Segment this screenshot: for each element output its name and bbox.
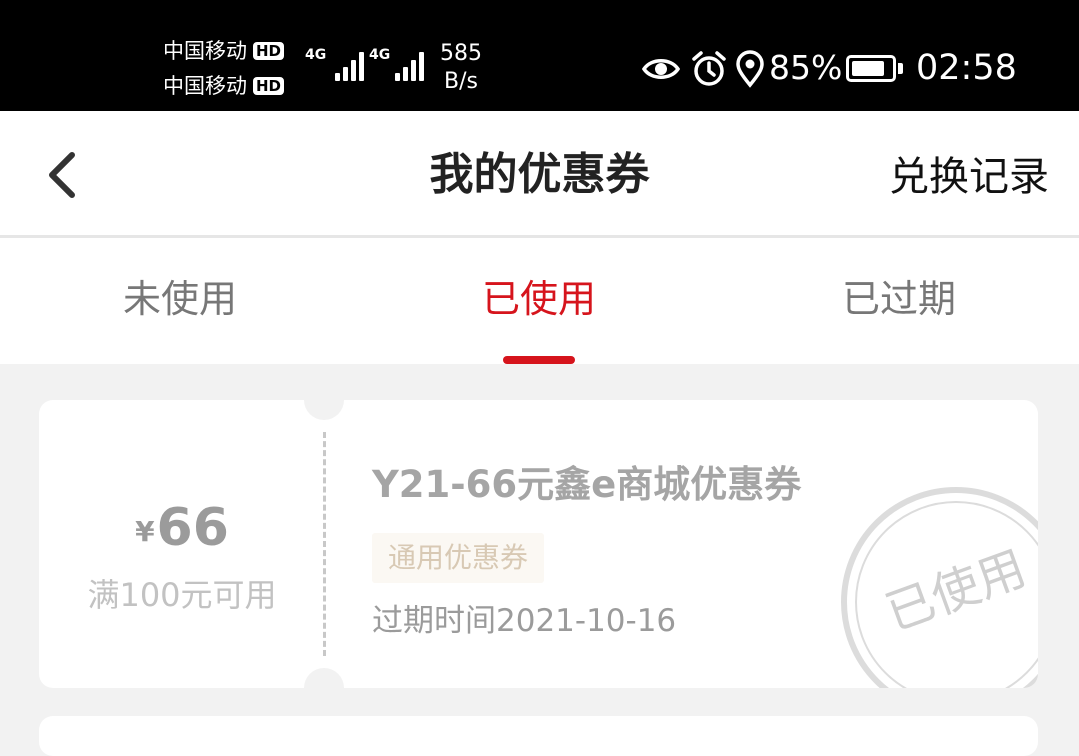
carrier-1-name: 中国移动	[163, 39, 247, 63]
coupon-condition: 满100元可用	[87, 576, 277, 614]
hd-badge: HD	[253, 77, 285, 95]
coupon-card-next[interactable]	[39, 716, 1038, 756]
tab-unused[interactable]: 未使用	[0, 276, 360, 322]
coupon-expiry: 过期时间2021-10-16	[372, 603, 677, 639]
network-speed: 585 B/s	[436, 40, 486, 96]
battery-icon	[846, 55, 896, 82]
network-type-1: 4G	[305, 47, 327, 63]
battery-percent: 85%	[769, 48, 843, 87]
signal-strength-icon: 4G	[369, 45, 427, 85]
tab-used[interactable]: 已使用	[359, 276, 719, 322]
eye-icon	[642, 59, 680, 79]
battery-tip	[898, 63, 903, 74]
coupon-amount-value: 66	[156, 498, 229, 558]
signal-strength-icon: 4G	[305, 45, 364, 85]
coupon-name: Y21-66元鑫e商城优惠券	[372, 463, 802, 506]
status-bar: 中国移动 HD 中国移动 HD 4G 4G 585 B/s 85% 02:58	[0, 0, 1079, 111]
active-tab-indicator	[503, 356, 575, 364]
location-icon	[736, 50, 764, 88]
clock: 02:58	[916, 48, 1017, 88]
exchange-record-link[interactable]: 兑换记录	[889, 153, 1049, 201]
alarm-icon	[692, 51, 726, 86]
network-speed-unit: B/s	[444, 69, 478, 94]
network-type-2: 4G	[369, 47, 391, 63]
ticket-notch-bottom	[304, 668, 344, 688]
used-stamp: 已使用	[836, 482, 1038, 688]
tab-bar: 未使用 已使用 已过期	[0, 238, 1079, 364]
carrier-2-name: 中国移动	[163, 74, 247, 98]
network-speed-value: 585	[440, 41, 482, 66]
coupon-amount: ¥66	[39, 498, 325, 558]
currency-symbol: ¥	[135, 515, 155, 548]
ticket-notch-top	[304, 400, 344, 420]
tab-expired[interactable]: 已过期	[719, 276, 1079, 322]
nav-header: 我的优惠券 兑换记录	[0, 111, 1079, 238]
carrier-1: 中国移动 HD	[163, 38, 285, 64]
coupon-card[interactable]: ¥66 满100元可用 Y21-66元鑫e商城优惠券 通用优惠券 过期时间202…	[39, 400, 1038, 688]
coupon-type-tag: 通用优惠券	[372, 533, 545, 583]
battery-level-fill	[852, 61, 884, 76]
hd-badge: HD	[253, 42, 285, 60]
carrier-2: 中国移动 HD	[163, 73, 285, 99]
